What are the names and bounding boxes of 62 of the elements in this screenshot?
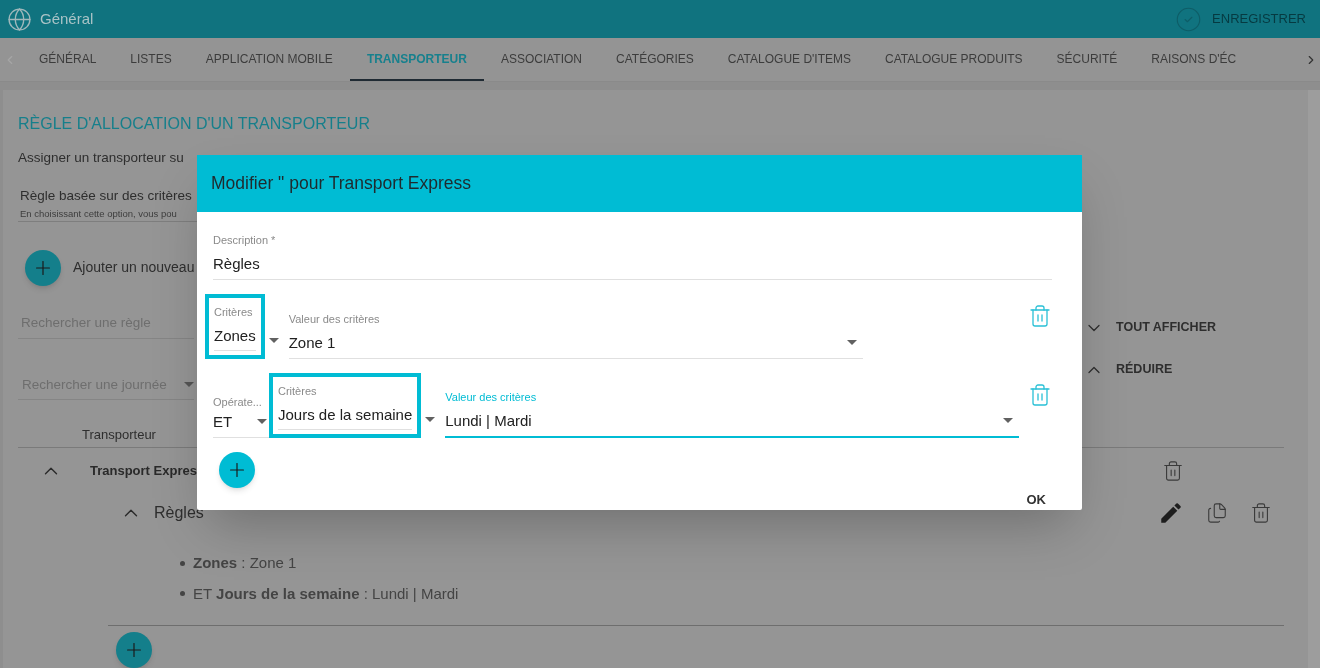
pencil-icon[interactable]	[1158, 500, 1184, 526]
copy-icon[interactable]	[1206, 502, 1228, 524]
tab[interactable]: RAISONS D'ÉC	[1134, 38, 1254, 81]
tab[interactable]: CATÉGORIES	[599, 38, 711, 81]
ok-button[interactable]: OK	[1016, 484, 1056, 516]
criteria-value-select[interactable]: Valeur des critères Zone 1	[288, 311, 863, 359]
column-header: Transporteur	[82, 427, 156, 442]
check-circle-icon	[1175, 5, 1203, 33]
option-hint: En choisissant cette option, vous pou	[20, 206, 178, 221]
field-value: Lundi | Mardi	[445, 410, 532, 431]
dropdown-arrow-icon	[1003, 418, 1014, 424]
field-value: Règles	[213, 253, 261, 274]
field-label: Opérate...	[213, 395, 263, 410]
tab[interactable]: CATALOGUE PRODUITS	[868, 38, 1040, 81]
field-label: Critères	[278, 384, 318, 399]
field-label: Description *	[213, 233, 277, 248]
section-description: Assigner un transporteur su	[18, 149, 185, 167]
rule-condition: ET Jours de la semaine : Lundi | Mardi	[193, 583, 459, 604]
show-all-button[interactable]: TOUT AFFICHER	[1084, 317, 1216, 338]
criteria-select[interactable]: Critères Jours de la semaine	[278, 383, 413, 430]
tab[interactable]: GÉNÉRAL	[22, 38, 114, 81]
save-button[interactable]: ENREGISTRER	[1175, 5, 1313, 33]
add-rule-button[interactable]	[116, 632, 152, 668]
dropdown-arrow-icon	[846, 340, 857, 346]
field-value: Zone 1	[288, 332, 336, 353]
dropdown-arrow-icon	[268, 338, 279, 343]
tab[interactable]: APPLICATION MOBILE	[188, 38, 350, 81]
trash-icon[interactable]	[1162, 460, 1184, 482]
bullet-icon	[180, 591, 185, 597]
option-label: Règle basée sur des critères	[20, 187, 193, 206]
globe-icon	[7, 6, 32, 32]
description-field[interactable]: Description * Règles	[213, 232, 1052, 280]
criteria-select[interactable]: Critères Zones	[214, 304, 256, 351]
field-value: ET	[213, 411, 233, 432]
add-button[interactable]	[25, 249, 61, 286]
add-criteria-button[interactable]	[219, 452, 255, 488]
field-value: Zones	[214, 325, 256, 346]
section-title: RÈGLE D'ALLOCATION D'UN TRANSPORTEUR	[18, 113, 371, 134]
field-label: Critères	[214, 305, 254, 320]
tab[interactable]: SÉCURITÉ	[1039, 38, 1135, 81]
dropdown-arrow-icon	[257, 419, 267, 425]
dropdown-arrow-icon	[425, 417, 436, 422]
tab[interactable]: CATALOGUE D'ITEMS	[710, 38, 868, 81]
carrier-name: Transport Expres	[90, 462, 197, 481]
dialog-title: Modifier " pour Transport Express	[211, 172, 472, 196]
criteria-value-select[interactable]: Valeur des critères Lundi | Mardi	[445, 389, 1020, 438]
bullet-icon	[180, 560, 185, 566]
field-value: Jours de la semaine	[278, 404, 413, 425]
dropdown-arrow-icon	[184, 382, 194, 388]
tab[interactable]: ASSOCIATION	[483, 38, 599, 81]
collapse-button[interactable]: RÉDUIRE	[1084, 359, 1216, 380]
header-title: Général	[40, 8, 94, 29]
add-label: Ajouter un nouveau	[73, 258, 195, 278]
field-label: Valeur des critères	[288, 312, 381, 327]
tab[interactable]: LISTES	[113, 38, 189, 81]
operator-select[interactable]: Opérate... ET	[213, 394, 269, 438]
rule-name: Règles	[154, 503, 204, 523]
trash-icon[interactable]	[1250, 502, 1272, 524]
field-label: Valeur des critères	[445, 390, 538, 405]
trash-icon[interactable]	[1028, 304, 1052, 328]
trash-icon[interactable]	[1028, 383, 1052, 407]
rule-condition: Zones : Zone 1	[193, 553, 297, 573]
